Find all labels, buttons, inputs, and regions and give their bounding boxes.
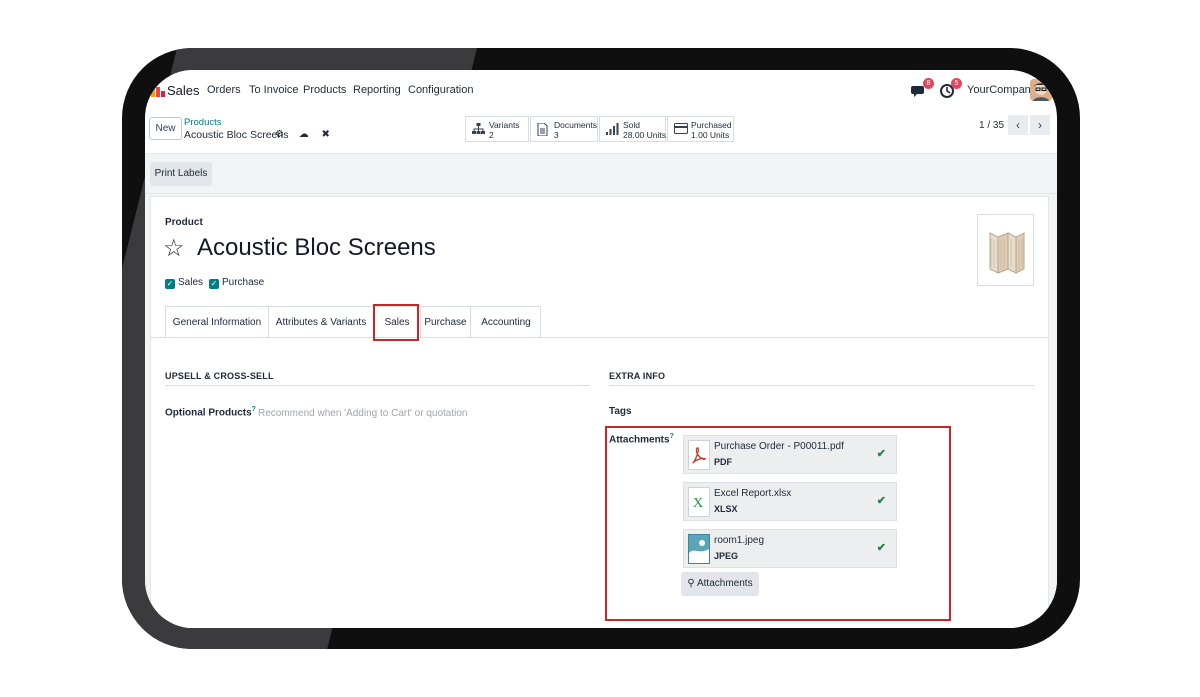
check-icon: ✔ bbox=[876, 448, 886, 460]
attachment-card[interactable]: Purchase Order - P00011.pdf PDF ✔ bbox=[683, 435, 897, 474]
check-icon: ✔ bbox=[876, 495, 886, 507]
product-label: Product bbox=[165, 217, 203, 228]
print-labels-button[interactable]: Print Labels bbox=[150, 162, 212, 186]
documents-value: 3 bbox=[554, 130, 559, 140]
svg-text:X: X bbox=[693, 496, 703, 511]
nav-products[interactable]: Products bbox=[303, 84, 346, 96]
attachment-name: room1.jpeg bbox=[714, 535, 765, 546]
optional-products-input[interactable]: Recommend when 'Adding to Cart' or quota… bbox=[258, 408, 468, 419]
product-image[interactable] bbox=[977, 214, 1034, 286]
favorite-star-icon[interactable]: ☆ bbox=[163, 234, 185, 263]
help-mark[interactable]: ? bbox=[252, 406, 256, 413]
sales-checkbox-label: Sales bbox=[178, 277, 204, 288]
attachment-name: Excel Report.xlsx bbox=[714, 488, 792, 499]
pager-next-button[interactable]: › bbox=[1030, 115, 1050, 135]
purchased-label: Purchased bbox=[691, 120, 732, 130]
tabs-divider bbox=[150, 337, 1049, 338]
documents-smart-button[interactable]: Documents 3 bbox=[530, 116, 598, 142]
tab-attributes-variants[interactable]: Attributes & Variants bbox=[269, 307, 374, 338]
extra-info-section-rule bbox=[609, 385, 1034, 386]
add-attachments-label: Attachments bbox=[696, 578, 753, 589]
help-mark[interactable]: ? bbox=[670, 433, 674, 440]
breadcrumb-products[interactable]: Products bbox=[184, 117, 222, 128]
sales-checkbox[interactable]: ✓ bbox=[165, 279, 175, 289]
sold-smart-button[interactable]: Sold 28.00 Units bbox=[599, 116, 666, 142]
attachments-label: Attachments? bbox=[609, 433, 674, 445]
activities-badge: 5 bbox=[951, 78, 962, 89]
paperclip-icon: ⚲ bbox=[687, 578, 695, 589]
new-button[interactable]: New bbox=[149, 117, 182, 140]
upsell-section-title: UPSELL & CROSS-SELL bbox=[165, 371, 274, 381]
bar-chart-icon bbox=[606, 123, 619, 138]
attachments-label-text: Attachments bbox=[609, 434, 670, 446]
nav-orders[interactable]: Orders bbox=[207, 84, 241, 96]
attachment-card[interactable]: X Excel Report.xlsx XLSX ✔ bbox=[683, 482, 897, 521]
attachment-name: Purchase Order - P00011.pdf bbox=[714, 441, 844, 452]
document-icon bbox=[537, 122, 548, 139]
messages-badge: 8 bbox=[923, 78, 934, 89]
breadcrumb-current: Acoustic Bloc Screens bbox=[184, 129, 289, 141]
messages-icon[interactable]: 8 bbox=[910, 78, 934, 102]
variants-label: Variants bbox=[489, 120, 520, 130]
excel-icon: X bbox=[688, 487, 710, 517]
image-icon bbox=[688, 534, 710, 564]
tab-accounting[interactable]: Accounting bbox=[471, 307, 541, 338]
pager-value[interactable]: 1 / 35 bbox=[979, 120, 1004, 131]
top-navbar: Sales Orders To Invoice Products Reporti… bbox=[145, 70, 1057, 110]
nav-reporting[interactable]: Reporting bbox=[353, 84, 401, 96]
tab-purchase[interactable]: Purchase bbox=[421, 307, 471, 338]
credit-card-icon bbox=[674, 123, 688, 137]
attachment-type: PDF bbox=[714, 457, 732, 467]
app-logo-icon bbox=[151, 83, 165, 97]
attachment-type: XLSX bbox=[714, 504, 738, 514]
gear-icon[interactable]: ⚙ bbox=[275, 129, 284, 140]
variants-smart-button[interactable]: Variants 2 bbox=[465, 116, 529, 142]
nav-to-invoice[interactable]: To Invoice bbox=[249, 84, 299, 96]
optional-products-label-text: Optional Products bbox=[165, 407, 252, 419]
purchased-value: 1.00 Units bbox=[691, 130, 730, 140]
app-name[interactable]: Sales bbox=[167, 83, 200, 98]
check-icon: ✔ bbox=[876, 542, 886, 554]
product-name-field[interactable]: Acoustic Bloc Screens bbox=[197, 234, 436, 262]
attachment-type: JPEG bbox=[714, 551, 739, 561]
company-switcher[interactable]: YourCompany bbox=[967, 84, 1036, 96]
add-attachments-button[interactable]: ⚲ Attachments bbox=[681, 572, 759, 596]
purchase-checkbox-label: Purchase bbox=[222, 277, 265, 288]
extra-info-section-title: EXTRA INFO bbox=[609, 371, 666, 381]
sold-label: Sold bbox=[623, 120, 641, 130]
variants-value: 2 bbox=[489, 130, 494, 140]
cloud-save-icon[interactable]: ☁ bbox=[299, 129, 309, 140]
discard-icon[interactable]: ✖ bbox=[322, 129, 330, 140]
sales-tab-highlight bbox=[373, 304, 419, 341]
control-panel: New Products Acoustic Bloc Screens ⚙ ☁ ✖… bbox=[145, 110, 1057, 154]
tab-general-information[interactable]: General Information bbox=[166, 307, 269, 338]
upsell-section-rule bbox=[165, 385, 590, 386]
activities-icon[interactable]: 5 bbox=[938, 78, 962, 102]
tags-label: Tags bbox=[609, 406, 632, 417]
purchased-smart-button[interactable]: Purchased 1.00 Units bbox=[667, 116, 734, 142]
pdf-icon bbox=[688, 440, 710, 470]
sold-value: 28.00 Units bbox=[623, 130, 666, 140]
notebook-tabs: General Information Attributes & Variant… bbox=[165, 306, 541, 338]
purchase-checkbox[interactable]: ✓ bbox=[209, 279, 219, 289]
nav-configuration[interactable]: Configuration bbox=[408, 84, 473, 96]
documents-label: Documents bbox=[554, 120, 597, 130]
optional-products-label: Optional Products? bbox=[165, 406, 256, 418]
app-screen: Sales Orders To Invoice Products Reporti… bbox=[145, 70, 1057, 628]
attachment-card[interactable]: room1.jpeg JPEG ✔ bbox=[683, 529, 897, 568]
user-avatar[interactable] bbox=[1030, 79, 1052, 101]
sitemap-icon bbox=[472, 123, 485, 138]
pager-previous-button[interactable]: ‹ bbox=[1008, 115, 1028, 135]
record-actions: ⚙ ☁ ✖ bbox=[275, 129, 330, 140]
action-bar: Print Labels bbox=[145, 154, 1057, 194]
